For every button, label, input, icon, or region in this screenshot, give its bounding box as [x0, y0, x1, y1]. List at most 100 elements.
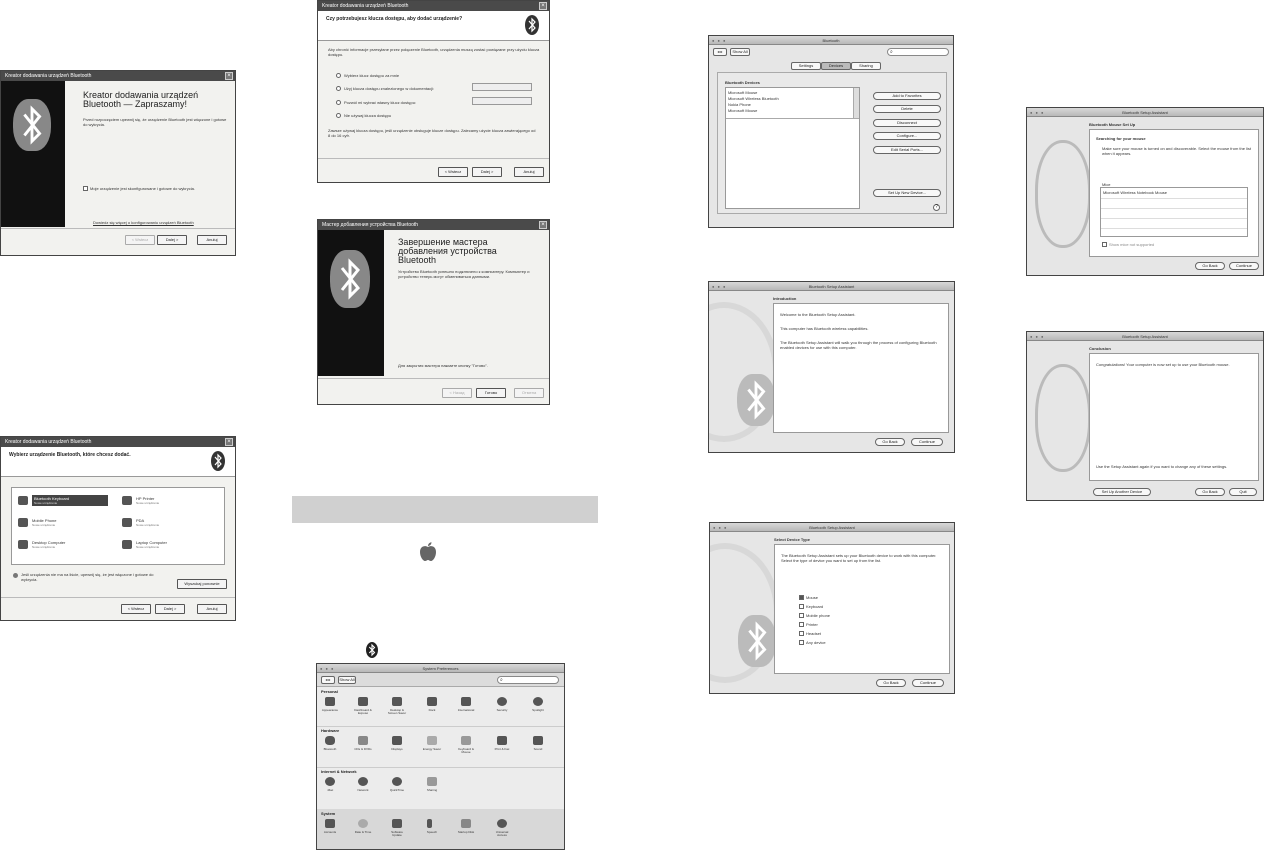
finish-instruction: Для закрытия мастера нажмите кнопку "Гот… — [398, 363, 488, 368]
radio-option-4[interactable] — [336, 113, 341, 118]
continue-button[interactable]: Continue — [912, 679, 944, 687]
type-printer-radio[interactable] — [799, 622, 804, 627]
close-icon[interactable]: × — [539, 2, 547, 10]
phone-icon — [18, 518, 28, 527]
tab-settings[interactable]: Settings — [791, 62, 821, 70]
conclusion-window: ● ● ● Bluetooth Setup Assistant Conclusio… — [1026, 331, 1264, 501]
type-any-radio[interactable] — [799, 640, 804, 645]
window-controls[interactable]: ● ● ● — [712, 38, 726, 43]
list-item[interactable]: Microsoft Mouse — [728, 108, 757, 113]
international-icon — [461, 697, 471, 706]
passkey-field-1[interactable] — [472, 83, 532, 91]
cancel-button[interactable]: Anuluj — [197, 235, 227, 245]
ready-checkbox[interactable] — [83, 186, 88, 191]
go-back-button[interactable]: Go Back — [1195, 262, 1225, 270]
window-title: Bluetooth Setup Assistant — [1122, 334, 1168, 339]
add-to-favorites-button[interactable]: Add to Favorites — [873, 92, 941, 100]
dashboard-icon — [358, 697, 368, 706]
title-bar: ● ● ● Bluetooth Setup Assistant — [1027, 108, 1263, 117]
window-controls[interactable]: ● ● ● — [713, 525, 727, 530]
continue-button[interactable]: Continue — [1229, 262, 1259, 270]
system-section-band — [317, 809, 564, 849]
list-item[interactable]: Laptop Computer Nowe urządzenie — [122, 538, 212, 552]
welcome-body: Przed rozpoczęciem upewnij się, że urząd… — [83, 117, 227, 127]
search-input[interactable]: ⌕ — [887, 48, 949, 56]
list-item[interactable]: Desktop Computer Nowe urządzenie — [18, 538, 108, 552]
tab-devices[interactable]: Devices — [821, 62, 851, 70]
type-headset-radio[interactable] — [799, 631, 804, 636]
cancel-button[interactable]: Anuluj — [514, 167, 544, 177]
list-item[interactable]: HP Printer Nowe urządzenie — [122, 494, 212, 508]
search-icon: ⌕ — [500, 677, 503, 683]
search-input[interactable]: ⌕ — [497, 676, 559, 684]
type-mouse-radio[interactable] — [799, 595, 804, 600]
set-up-another-device-button[interactable]: Set Up Another Device — [1093, 488, 1151, 496]
disconnect-button[interactable]: Disconnect — [873, 119, 941, 127]
list-item[interactable]: Nokia Phone — [728, 102, 751, 107]
pda-icon — [122, 518, 132, 527]
scrollbar[interactable] — [853, 88, 859, 118]
close-icon[interactable]: × — [539, 221, 547, 229]
next-button[interactable]: Dalej > — [157, 235, 187, 245]
help-icon[interactable]: ? — [933, 204, 940, 211]
passkey-field-2[interactable] — [472, 97, 532, 105]
device-status: Nowe urządzenie — [34, 501, 58, 505]
search-hint: Jeśli urządzenia nie ma na liście, upewn… — [21, 572, 154, 582]
list-item[interactable]: Microsoft Mouse — [728, 90, 757, 95]
list-item[interactable]: Microsoft Wireless Notebook Mouse — [1103, 190, 1167, 195]
back-button[interactable]: < Wstecz — [121, 604, 151, 614]
list-item[interactable]: PDA Nowe urządzenie — [122, 516, 212, 530]
type-keyboard-radio[interactable] — [799, 604, 804, 609]
radio-option-2[interactable] — [336, 86, 341, 91]
go-back-button[interactable]: Go Back — [1195, 488, 1225, 496]
go-back-button[interactable]: Go Back — [875, 438, 905, 446]
list-item[interactable]: Bluetooth Keyboard Nowe urządzenie — [18, 494, 108, 508]
radio-option-3[interactable] — [336, 100, 341, 105]
device-status: Nowe urządzenie — [136, 523, 160, 527]
nav-back-forward[interactable]: ◂ ▸ — [321, 676, 335, 684]
show-all-button[interactable]: Show All — [730, 48, 750, 56]
window-controls[interactable]: ● ● ● — [1030, 110, 1044, 115]
back-button[interactable]: < Wstecz — [125, 235, 155, 245]
back-button[interactable]: < Wstecz — [438, 167, 468, 177]
show-unsupported-checkbox[interactable] — [1102, 242, 1107, 247]
cancel-button[interactable]: Anuluj — [197, 604, 227, 614]
bluetooth-symbol-icon — [366, 642, 378, 658]
welcome-title: Kreator dodawania urządzeń Bluetooth — Z… — [83, 90, 199, 109]
help-link[interactable]: Dowiedz się więcej o konfigurowaniu urzą… — [93, 220, 233, 225]
quit-button[interactable]: Quit — [1229, 488, 1257, 496]
continue-button[interactable]: Continue — [911, 438, 943, 446]
delete-button[interactable]: Delete — [873, 105, 941, 113]
next-button[interactable]: Dalej > — [155, 604, 185, 614]
radio-option-1[interactable] — [336, 73, 341, 78]
title-bar: Мастер добавления устройства Bluetooth × — [318, 220, 549, 230]
window-controls[interactable]: ● ● ● — [1030, 334, 1044, 339]
cancel-button[interactable]: Отмена — [514, 388, 544, 398]
tab-sharing[interactable]: Sharing — [851, 62, 881, 70]
next-button[interactable]: Dalej > — [472, 167, 502, 177]
wizard-header: Wybierz urządzenie Bluetooth, które chce… — [1, 447, 235, 477]
finish-button[interactable]: Готово — [476, 388, 506, 398]
edit-serial-ports-button[interactable]: Edit Serial Ports... — [873, 146, 941, 154]
option-3-label: Pozwól mi wybrać własny klucz dostępu: — [344, 100, 417, 105]
device-status: Nowe urządzenie — [32, 545, 56, 549]
type-phone-radio[interactable] — [799, 613, 804, 618]
search-again-button[interactable]: Wyszukaj ponownie — [177, 579, 227, 589]
software-update-icon — [392, 819, 402, 828]
list-item[interactable]: Mobile Phone Nowe urządzenie — [18, 516, 108, 530]
finish-body: Устройство Bluetooth успешно подключено … — [398, 269, 530, 279]
back-button[interactable]: < Назад — [442, 388, 472, 398]
show-all-button[interactable]: Show All — [338, 676, 356, 684]
section-divider — [317, 726, 564, 727]
nav-back-forward[interactable]: ◂ ▸ — [713, 48, 727, 56]
go-back-button[interactable]: Go Back — [876, 679, 906, 687]
window-controls[interactable]: ● ● ● — [320, 666, 334, 671]
close-icon[interactable]: × — [225, 438, 233, 446]
close-icon[interactable]: × — [225, 72, 233, 80]
window-controls[interactable]: ● ● ● — [712, 284, 726, 289]
quicktime-icon — [392, 777, 402, 786]
set-up-new-device-button[interactable]: Set Up New Device... — [873, 189, 941, 197]
list-item[interactable]: Microsoft Wireless Bluetooth — [728, 96, 779, 101]
xp-device-select-wizard: Kreator dodawania urządzeń Bluetooth × Wy… — [0, 436, 236, 621]
configure-button[interactable]: Configure... — [873, 132, 941, 140]
